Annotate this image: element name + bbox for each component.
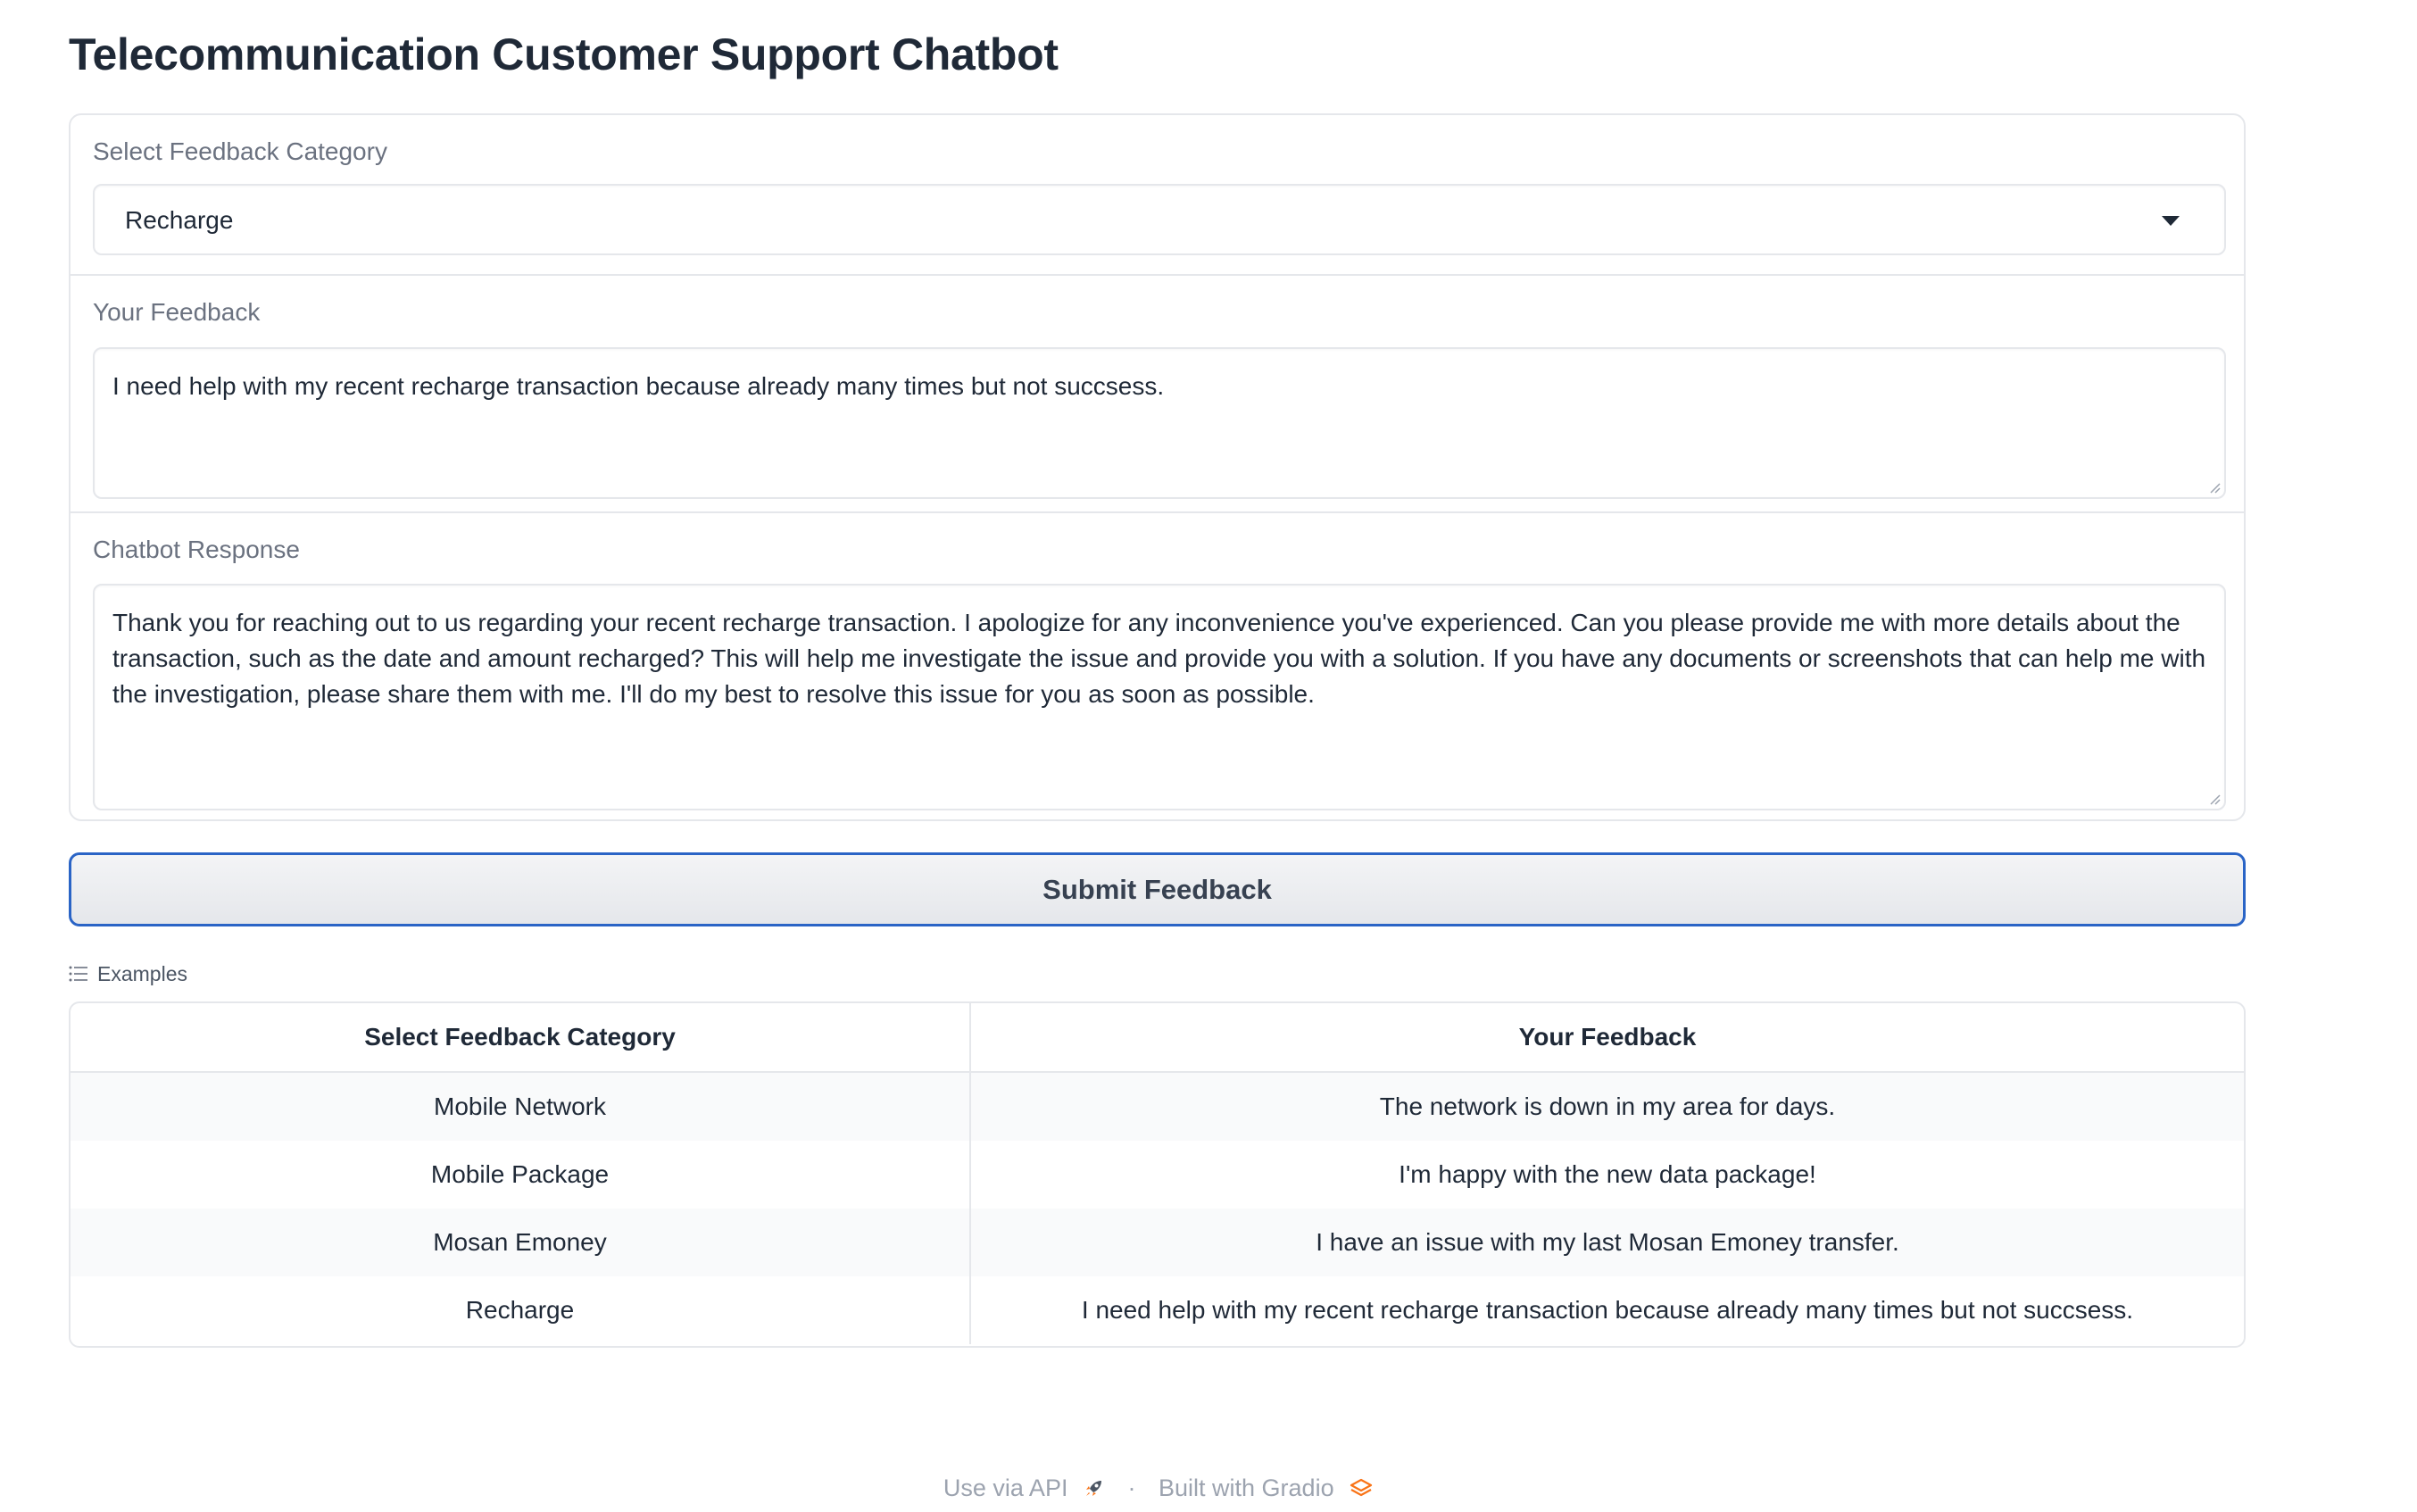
use-via-api-link[interactable]: Use via API	[943, 1475, 1068, 1501]
response-text: Thank you for reaching out to us regardi…	[112, 609, 2206, 708]
example-category-cell[interactable]: Recharge	[71, 1276, 971, 1344]
feedback-form: Select Feedback Category Recharge Your F…	[69, 113, 2246, 821]
examples-table: Select Feedback Category Your Feedback M…	[69, 1001, 2246, 1348]
response-textarea[interactable]: Thank you for reaching out to us regardi…	[93, 584, 2226, 810]
example-category-cell[interactable]: Mobile Network	[71, 1072, 971, 1141]
page-title: Telecommunication Customer Support Chatb…	[69, 29, 1059, 79]
category-selected-value: Recharge	[125, 206, 234, 234]
chevron-down-icon	[2162, 216, 2180, 226]
example-feedback-cell[interactable]: I have an issue with my last Mosan Emone…	[970, 1209, 2244, 1276]
examples-header: Examples	[69, 960, 187, 987]
column-header-category: Select Feedback Category	[71, 1003, 971, 1073]
category-block: Select Feedback Category Recharge	[71, 115, 2244, 274]
response-block: Chatbot Response Thank you for reaching …	[71, 511, 2244, 819]
example-feedback-cell[interactable]: I'm happy with the new data package!	[970, 1141, 2244, 1209]
examples-title: Examples	[97, 962, 187, 985]
category-label: Select Feedback Category	[93, 137, 387, 165]
page: Telecommunication Customer Support Chatb…	[0, 0, 2417, 1512]
response-label: Chatbot Response	[93, 536, 300, 563]
example-row[interactable]: Recharge I need help with my recent rech…	[71, 1276, 2244, 1344]
feedback-text: I need help with my recent recharge tran…	[112, 372, 1165, 400]
table-header-row: Select Feedback Category Your Feedback	[71, 1003, 2244, 1073]
submit-feedback-button[interactable]: Submit Feedback	[69, 852, 2246, 926]
feedback-label: Your Feedback	[93, 298, 261, 326]
column-header-feedback: Your Feedback	[970, 1003, 2244, 1073]
feedback-textarea[interactable]: I need help with my recent recharge tran…	[93, 347, 2226, 499]
footer: Use via API · Built with Gradio	[0, 1471, 2316, 1503]
resize-handle-icon[interactable]	[2208, 481, 2221, 494]
example-feedback-cell[interactable]: The network is down in my area for days.	[970, 1072, 2244, 1141]
rocket-icon	[1085, 1480, 1101, 1496]
resize-handle-icon[interactable]	[2208, 793, 2221, 805]
example-row[interactable]: Mobile Network The network is down in my…	[71, 1072, 2244, 1141]
built-with-gradio-link[interactable]: Built with Gradio	[1159, 1475, 1334, 1501]
example-category-cell[interactable]: Mosan Emoney	[71, 1209, 971, 1276]
example-feedback-cell[interactable]: I need help with my recent recharge tran…	[970, 1276, 2244, 1344]
feedback-block: Your Feedback I need help with my recent…	[71, 274, 2244, 511]
footer-separator: ·	[1127, 1474, 1136, 1501]
gradio-logo-icon	[1350, 1478, 1373, 1496]
example-row[interactable]: Mosan Emoney I have an issue with my las…	[71, 1209, 2244, 1276]
example-category-cell[interactable]: Mobile Package	[71, 1141, 971, 1209]
list-icon	[69, 966, 87, 982]
category-dropdown[interactable]: Recharge	[93, 184, 2226, 255]
example-row[interactable]: Mobile Package I'm happy with the new da…	[71, 1141, 2244, 1209]
